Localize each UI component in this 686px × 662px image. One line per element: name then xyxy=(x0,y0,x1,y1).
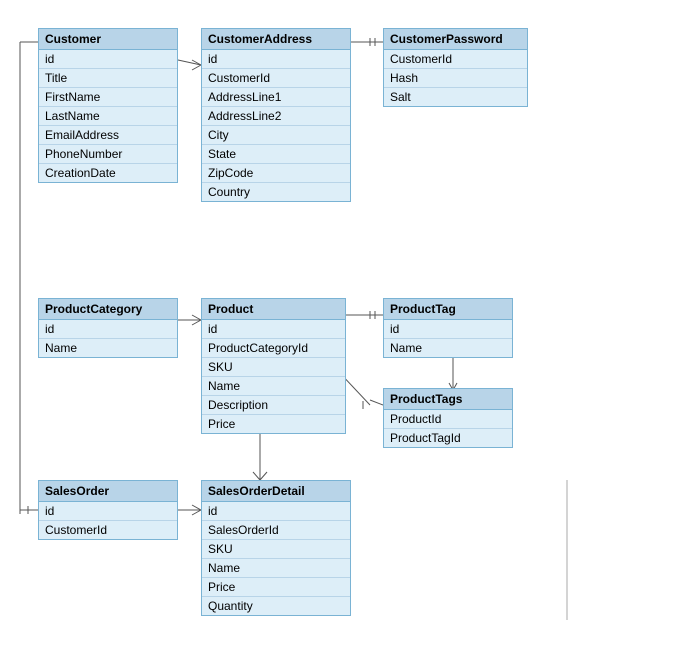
table-row: SalesOrderId xyxy=(202,521,350,540)
table-salesorderdetail-header: SalesOrderDetail xyxy=(202,481,350,502)
table-customerpassword: CustomerPassword CustomerId Hash Salt xyxy=(383,28,528,107)
table-row: id xyxy=(202,320,345,339)
table-row: City xyxy=(202,126,350,145)
table-row: AddressLine1 xyxy=(202,88,350,107)
table-row: Hash xyxy=(384,69,527,88)
table-row: Name xyxy=(202,559,350,578)
table-producttag: ProductTag id Name xyxy=(383,298,513,358)
table-row: ZipCode xyxy=(202,164,350,183)
table-customer-header: Customer xyxy=(39,29,177,50)
table-row: id xyxy=(202,50,350,69)
table-customerpassword-header: CustomerPassword xyxy=(384,29,527,50)
table-row: State xyxy=(202,145,350,164)
table-row: Price xyxy=(202,578,350,597)
table-row: ProductId xyxy=(384,410,512,429)
table-row: Name xyxy=(39,339,177,357)
table-row: Salt xyxy=(384,88,527,106)
table-row: Name xyxy=(384,339,512,357)
table-row: CreationDate xyxy=(39,164,177,182)
table-row: id xyxy=(39,50,177,69)
table-row: EmailAddress xyxy=(39,126,177,145)
table-row: AddressLine2 xyxy=(202,107,350,126)
table-row: Quantity xyxy=(202,597,350,615)
table-productcategory-header: ProductCategory xyxy=(39,299,177,320)
table-row: CustomerId xyxy=(202,69,350,88)
erd-canvas: Customer id Title FirstName LastName Ema… xyxy=(0,0,686,662)
table-row: ProductCategoryId xyxy=(202,339,345,358)
table-row: Name xyxy=(202,377,345,396)
table-row: Description xyxy=(202,396,345,415)
table-row: id xyxy=(39,502,177,521)
table-producttag-header: ProductTag xyxy=(384,299,512,320)
table-row: Country xyxy=(202,183,350,201)
table-row: Title xyxy=(39,69,177,88)
table-row: CustomerId xyxy=(39,521,177,539)
table-row: SKU xyxy=(202,540,350,559)
table-row: PhoneNumber xyxy=(39,145,177,164)
table-row: CustomerId xyxy=(384,50,527,69)
table-producttags-header: ProductTags xyxy=(384,389,512,410)
table-row: Price xyxy=(202,415,345,433)
table-producttags: ProductTags ProductId ProductTagId xyxy=(383,388,513,448)
table-row: LastName xyxy=(39,107,177,126)
table-row: FirstName xyxy=(39,88,177,107)
table-customer: Customer id Title FirstName LastName Ema… xyxy=(38,28,178,183)
table-row: ProductTagId xyxy=(384,429,512,447)
table-row: SKU xyxy=(202,358,345,377)
table-row: id xyxy=(202,502,350,521)
table-row: id xyxy=(384,320,512,339)
table-productcategory: ProductCategory id Name xyxy=(38,298,178,358)
table-product: Product id ProductCategoryId SKU Name De… xyxy=(201,298,346,434)
table-product-header: Product xyxy=(202,299,345,320)
table-salesorder-header: SalesOrder xyxy=(39,481,177,502)
table-salesorder: SalesOrder id CustomerId xyxy=(38,480,178,540)
table-customeraddress-header: CustomerAddress xyxy=(202,29,350,50)
table-customeraddress: CustomerAddress id CustomerId AddressLin… xyxy=(201,28,351,202)
table-row: id xyxy=(39,320,177,339)
table-salesorderdetail: SalesOrderDetail id SalesOrderId SKU Nam… xyxy=(201,480,351,616)
